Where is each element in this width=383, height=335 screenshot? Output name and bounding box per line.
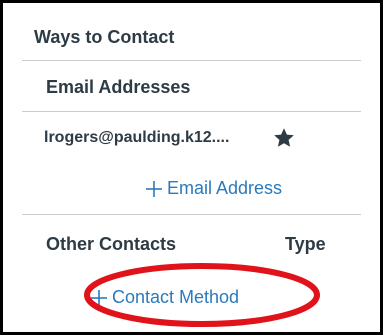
add-email-address-button[interactable]: Email Address: [145, 178, 282, 199]
email-addresses-title: Email Addresses: [46, 77, 191, 97]
other-contacts-header: Other Contacts Type: [22, 214, 361, 260]
other-contacts-title: Other Contacts: [46, 234, 177, 254]
plus-icon: [91, 289, 107, 306]
email-list-item[interactable]: lrogers@paulding.k12....: [22, 112, 361, 164]
email-addresses-header: Email Addresses: [22, 61, 361, 112]
email-address[interactable]: lrogers@paulding.k12....: [44, 129, 229, 147]
type-column-header: Type: [285, 234, 326, 254]
ways-to-contact-title: Ways to Contact: [34, 27, 175, 47]
add-contact-method-label: Contact Method: [112, 287, 240, 307]
add-contact-method-button[interactable]: Contact Method: [90, 287, 239, 308]
add-email-address-label: Email Address: [167, 178, 283, 198]
plus-icon: [146, 180, 162, 197]
ways-to-contact-header: Ways to Contact: [22, 16, 361, 61]
star-icon[interactable]: [272, 126, 296, 150]
